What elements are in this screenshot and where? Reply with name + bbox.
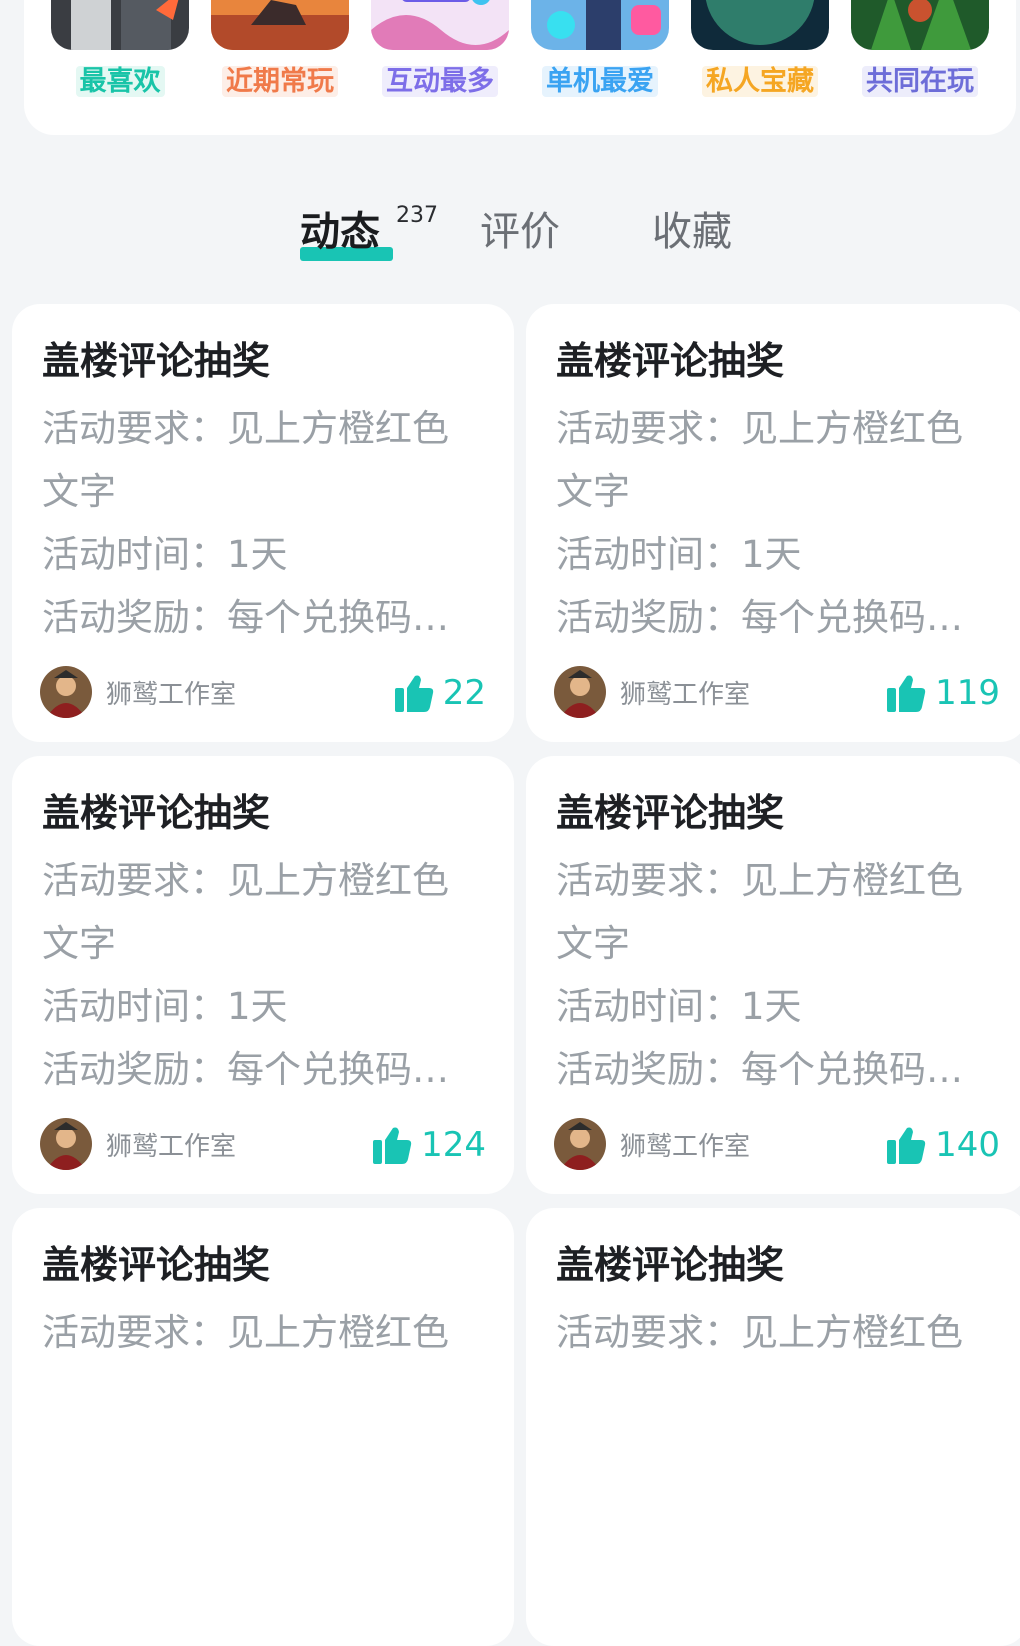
post-title: 盖楼评论抽奖	[556, 791, 785, 835]
author-name: 狮鹫工作室	[620, 679, 751, 710]
avatar	[40, 666, 92, 718]
profile-tabs: 动态 237 评价 收藏	[0, 195, 1020, 275]
tab-reviews[interactable]: 评价	[480, 207, 560, 257]
post-title: 盖楼评论抽奖	[42, 339, 271, 383]
like-button[interactable]: 119	[887, 670, 1000, 716]
post-requirement-cont: 文字	[42, 922, 116, 965]
post-requirement-cont: 文字	[556, 922, 630, 965]
collection-thumbnail	[371, 0, 509, 50]
collection-most-interactive[interactable]: 互动最多	[370, 0, 510, 120]
post-card[interactable]: 盖楼评论抽奖 活动要求：见上方橙红色	[526, 1208, 1020, 1646]
thumbs-up-icon	[394, 675, 433, 712]
post-title: 盖楼评论抽奖	[42, 791, 271, 835]
thumbs-up-icon	[887, 675, 926, 712]
post-duration: 活动时间：1天	[556, 985, 802, 1028]
post-reward: 活动奖励：每个兑换码…	[556, 1048, 963, 1091]
post-requirement: 活动要求：见上方橙红色	[556, 1311, 963, 1354]
tab-posts-count: 237	[396, 203, 438, 228]
post-card[interactable]: 盖楼评论抽奖 活动要求：见上方橙红色 文字 活动时间：1天 活动奖励：每个兑换码…	[12, 304, 514, 742]
author-name: 狮鹫工作室	[620, 1131, 751, 1162]
post-excerpt: 活动要求：见上方橙红色 文字 活动时间：1天 活动奖励：每个兑换码…	[42, 849, 487, 1101]
collection-thumbnail	[51, 0, 189, 50]
post-reward: 活动奖励：每个兑换码…	[42, 1048, 449, 1091]
post-excerpt: 活动要求：见上方橙红色 文字 活动时间：1天 活动奖励：每个兑换码…	[556, 397, 1001, 649]
post-card[interactable]: 盖楼评论抽奖 活动要求：见上方橙红色 文字 活动时间：1天 活动奖励：每个兑换码…	[526, 304, 1020, 742]
tab-favorites[interactable]: 收藏	[652, 207, 732, 257]
avatar	[554, 666, 606, 718]
post-duration: 活动时间：1天	[556, 533, 802, 576]
author-name: 狮鹫工作室	[106, 1131, 237, 1162]
post-duration: 活动时间：1天	[42, 985, 288, 1028]
post-title: 盖楼评论抽奖	[42, 1243, 271, 1287]
post-requirement: 活动要求：见上方橙红色	[42, 407, 449, 450]
post-requirement: 活动要求：见上方橙红色	[556, 859, 963, 902]
like-button[interactable]: 22	[394, 670, 486, 716]
post-card[interactable]: 盖楼评论抽奖 活动要求：见上方橙红色	[12, 1208, 514, 1646]
post-card[interactable]: 盖楼评论抽奖 活动要求：见上方橙红色 文字 活动时间：1天 活动奖励：每个兑换码…	[526, 756, 1020, 1194]
post-reward: 活动奖励：每个兑换码…	[42, 596, 449, 639]
like-count: 119	[935, 673, 1000, 713]
post-requirement-cont: 文字	[42, 470, 116, 513]
collection-label: 私人宝藏	[690, 62, 830, 102]
post-requirement: 活动要求：见上方橙红色	[42, 1311, 449, 1354]
post-card[interactable]: 盖楼评论抽奖 活动要求：见上方橙红色 文字 活动时间：1天 活动奖励：每个兑换码…	[12, 756, 514, 1194]
author-name: 狮鹫工作室	[106, 679, 237, 710]
avatar	[554, 1118, 606, 1170]
post-author[interactable]: 狮鹫工作室	[40, 666, 236, 718]
post-duration: 活动时间：1天	[42, 533, 288, 576]
post-reward: 活动奖励：每个兑换码…	[556, 596, 963, 639]
collection-label: 单机最爱	[530, 62, 670, 102]
post-author[interactable]: 狮鹫工作室	[554, 666, 750, 718]
like-button[interactable]: 124	[373, 1122, 486, 1168]
collection-thumbnail	[211, 0, 349, 50]
post-excerpt: 活动要求：见上方橙红色	[42, 1301, 487, 1364]
post-author[interactable]: 狮鹫工作室	[40, 1118, 236, 1170]
post-excerpt: 活动要求：见上方橙红色	[556, 1301, 1001, 1364]
collection-thumbnail	[851, 0, 989, 50]
post-requirement-cont: 文字	[556, 470, 630, 513]
collection-label: 最喜欢	[50, 62, 190, 102]
post-excerpt: 活动要求：见上方橙红色 文字 活动时间：1天 活动奖励：每个兑换码…	[556, 849, 1001, 1101]
collection-private-treasure[interactable]: 私人宝藏	[690, 0, 830, 120]
collection-playing-together[interactable]: 共同在玩	[850, 0, 990, 120]
tab-posts[interactable]: 动态	[300, 207, 380, 257]
game-collections-panel: 最喜欢 近期常玩 互动最多 单机最爱 私人宝藏 共同在玩	[24, 0, 1016, 135]
post-requirement: 活动要求：见上方橙红色	[42, 859, 449, 902]
post-title: 盖楼评论抽奖	[556, 1243, 785, 1287]
post-excerpt: 活动要求：见上方橙红色 文字 活动时间：1天 活动奖励：每个兑换码…	[42, 397, 487, 649]
collection-recent[interactable]: 近期常玩	[210, 0, 350, 120]
post-requirement: 活动要求：见上方橙红色	[556, 407, 963, 450]
like-button[interactable]: 140	[887, 1122, 1000, 1168]
collection-label: 近期常玩	[210, 62, 350, 102]
thumbs-up-icon	[373, 1127, 412, 1164]
collection-thumbnail	[531, 0, 669, 50]
thumbs-up-icon	[887, 1127, 926, 1164]
like-count: 124	[421, 1125, 486, 1165]
post-author[interactable]: 狮鹫工作室	[554, 1118, 750, 1170]
like-count: 140	[935, 1125, 1000, 1165]
collection-thumbnail	[691, 0, 829, 50]
like-count: 22	[442, 673, 486, 713]
collection-single-player[interactable]: 单机最爱	[530, 0, 670, 120]
collection-favorite[interactable]: 最喜欢	[50, 0, 190, 120]
post-title: 盖楼评论抽奖	[556, 339, 785, 383]
collection-label: 共同在玩	[850, 62, 990, 102]
collection-label: 互动最多	[370, 62, 510, 102]
avatar	[40, 1118, 92, 1170]
